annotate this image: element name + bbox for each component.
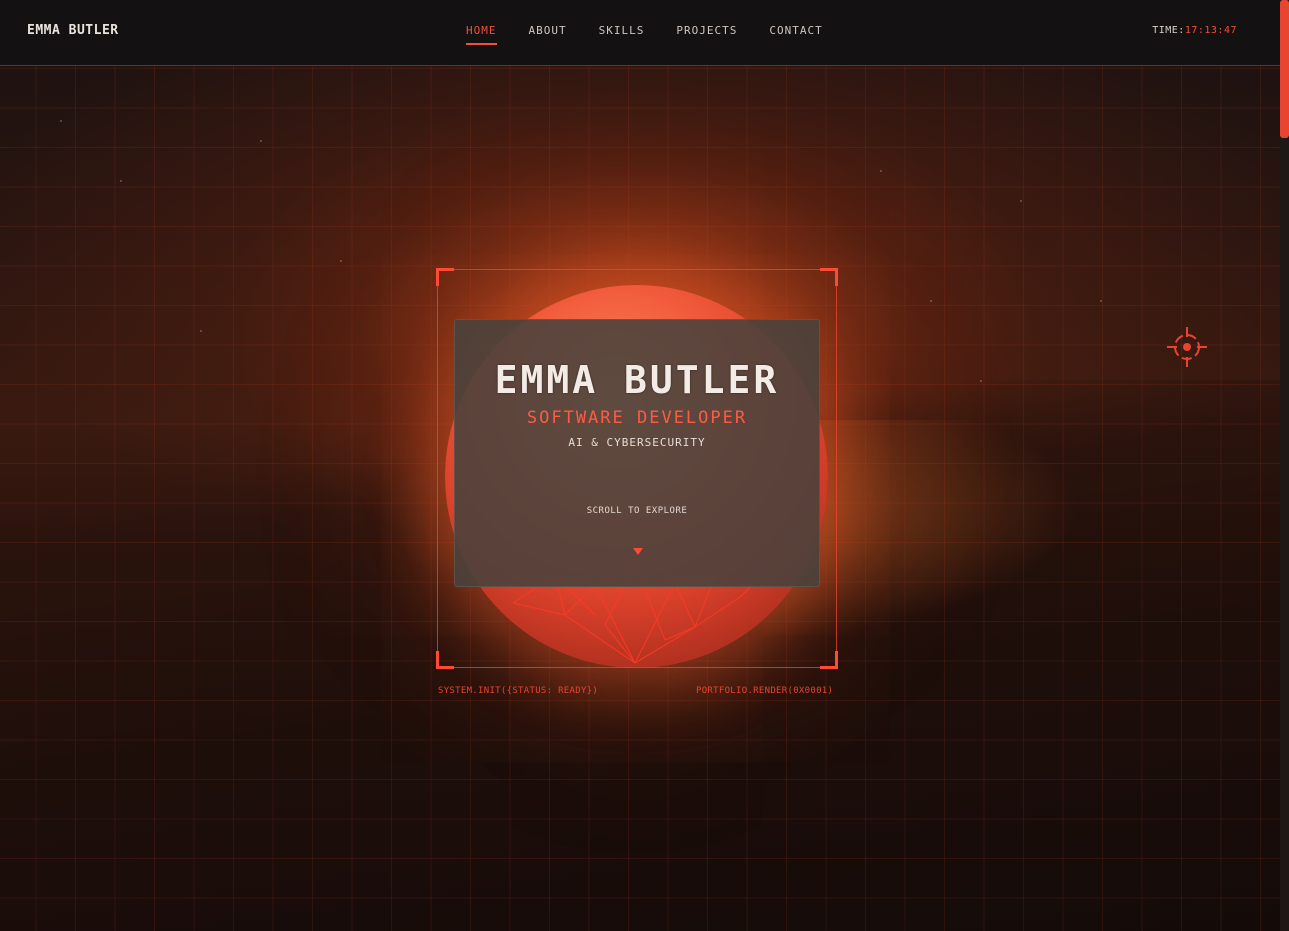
clock: TIME:17:13:47 bbox=[1152, 25, 1237, 36]
scrollbar[interactable] bbox=[1280, 0, 1289, 931]
triangle-down-icon[interactable] bbox=[633, 548, 643, 555]
hero-subtitle: AI & CYBERSECURITY bbox=[568, 436, 706, 449]
main-nav: HOME ABOUT SKILLS PROJECTS CONTACT bbox=[466, 24, 855, 45]
star bbox=[1020, 200, 1022, 202]
nav-home[interactable]: HOME bbox=[466, 24, 497, 45]
top-navbar: EMMA BUTLER HOME ABOUT SKILLS PROJECTS C… bbox=[0, 0, 1280, 66]
frame-corner bbox=[820, 268, 838, 286]
nav-skills[interactable]: SKILLS bbox=[599, 24, 645, 45]
star bbox=[880, 170, 882, 172]
star bbox=[200, 330, 202, 332]
nav-about[interactable]: ABOUT bbox=[529, 24, 567, 45]
clock-value: 17:13:47 bbox=[1184, 25, 1237, 36]
page: EMMA BUTLER SOFTWARE DEVELOPER AI & CYBE… bbox=[0, 0, 1289, 931]
site-logo[interactable]: EMMA BUTLER bbox=[27, 23, 119, 38]
crosshair-icon bbox=[1167, 327, 1207, 367]
scroll-to-explore[interactable]: SCROLL TO EXPLORE bbox=[455, 506, 819, 516]
star bbox=[980, 380, 982, 382]
star bbox=[260, 140, 262, 142]
clock-label: TIME: bbox=[1152, 25, 1185, 36]
hero-role: SOFTWARE DEVELOPER bbox=[526, 408, 748, 428]
star bbox=[120, 180, 122, 182]
scrollbar-thumb[interactable] bbox=[1280, 0, 1289, 138]
frame-corner bbox=[820, 651, 838, 669]
nav-contact[interactable]: CONTACT bbox=[769, 24, 822, 45]
nav-projects[interactable]: PROJECTS bbox=[676, 24, 737, 45]
hero-name: EMMA BUTLER bbox=[494, 358, 780, 402]
star bbox=[930, 300, 932, 302]
frame-corner bbox=[436, 651, 454, 669]
code-status-left: SYSTEM.INIT({STATUS: READY}) bbox=[438, 686, 599, 696]
star bbox=[1100, 300, 1102, 302]
star bbox=[340, 260, 342, 262]
code-status-right: PORTFOLIO.RENDER(0X0001) bbox=[696, 686, 834, 696]
frame-corner bbox=[436, 268, 454, 286]
star bbox=[60, 120, 62, 122]
hero-card: EMMA BUTLER SOFTWARE DEVELOPER AI & CYBE… bbox=[454, 319, 820, 587]
